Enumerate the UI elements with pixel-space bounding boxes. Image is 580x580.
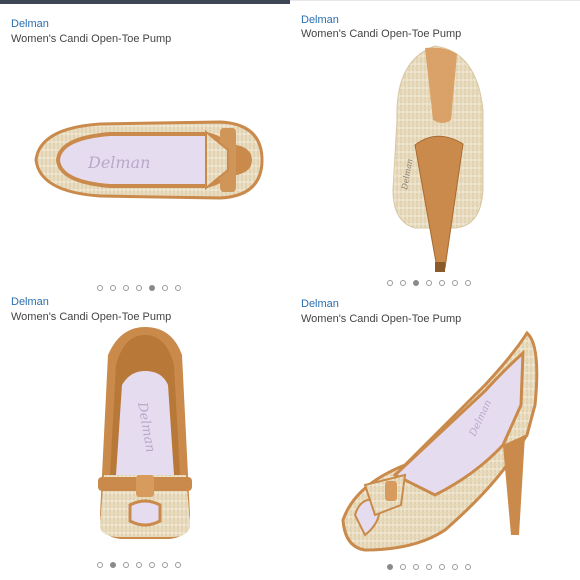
pagination-dot[interactable] xyxy=(162,562,168,568)
pagination-dot[interactable] xyxy=(465,564,471,570)
pagination-dot[interactable] xyxy=(452,280,458,286)
pagination-dot[interactable] xyxy=(400,564,406,570)
brand-link[interactable]: Delman xyxy=(301,14,339,26)
product-card-1[interactable]: Delman Women's Candi Open-Toe Pump Delma… xyxy=(0,0,290,291)
product-title[interactable]: Women's Candi Open-Toe Pump xyxy=(301,313,461,325)
pagination-dot[interactable] xyxy=(452,564,458,570)
image-pagination xyxy=(97,562,181,568)
product-title[interactable]: Women's Candi Open-Toe Pump xyxy=(11,311,171,323)
product-title[interactable]: Women's Candi Open-Toe Pump xyxy=(301,28,461,40)
pagination-dot[interactable] xyxy=(426,280,432,286)
pagination-dot[interactable] xyxy=(149,562,155,568)
brand-link[interactable]: Delman xyxy=(11,296,49,308)
pagination-dot[interactable] xyxy=(110,562,116,568)
pagination-dot[interactable] xyxy=(97,562,103,568)
pagination-dot[interactable] xyxy=(439,280,445,286)
brand-link[interactable]: Delman xyxy=(11,18,49,30)
image-pagination xyxy=(387,280,471,286)
product-image[interactable]: Delman xyxy=(30,110,270,210)
product-image[interactable]: Delman xyxy=(335,325,545,555)
pagination-dot[interactable] xyxy=(413,280,419,286)
pagination-dot[interactable] xyxy=(175,562,181,568)
pagination-dot[interactable] xyxy=(400,280,406,286)
product-card-4[interactable]: Delman Women's Candi Open-Toe Pump Delma… xyxy=(290,290,580,580)
insole-logo: Delman xyxy=(87,153,150,172)
brand-link[interactable]: Delman xyxy=(301,298,339,310)
pagination-dot[interactable] xyxy=(387,280,393,286)
product-image[interactable]: Delman xyxy=(385,40,495,280)
pagination-dot[interactable] xyxy=(465,280,471,286)
pagination-dot[interactable] xyxy=(136,562,142,568)
pagination-dot[interactable] xyxy=(413,564,419,570)
product-image[interactable]: Delman xyxy=(90,325,200,545)
image-pagination xyxy=(387,564,471,570)
product-title[interactable]: Women's Candi Open-Toe Pump xyxy=(11,33,171,45)
product-card-2[interactable]: Delman Women's Candi Open-Toe Pump Delma… xyxy=(290,0,580,290)
pagination-dot[interactable] xyxy=(426,564,432,570)
pagination-dot[interactable] xyxy=(123,562,129,568)
product-card-3[interactable]: Delman Women's Candi Open-Toe Pump Delma… xyxy=(0,290,290,580)
pagination-dot[interactable] xyxy=(387,564,393,570)
pagination-dot[interactable] xyxy=(439,564,445,570)
